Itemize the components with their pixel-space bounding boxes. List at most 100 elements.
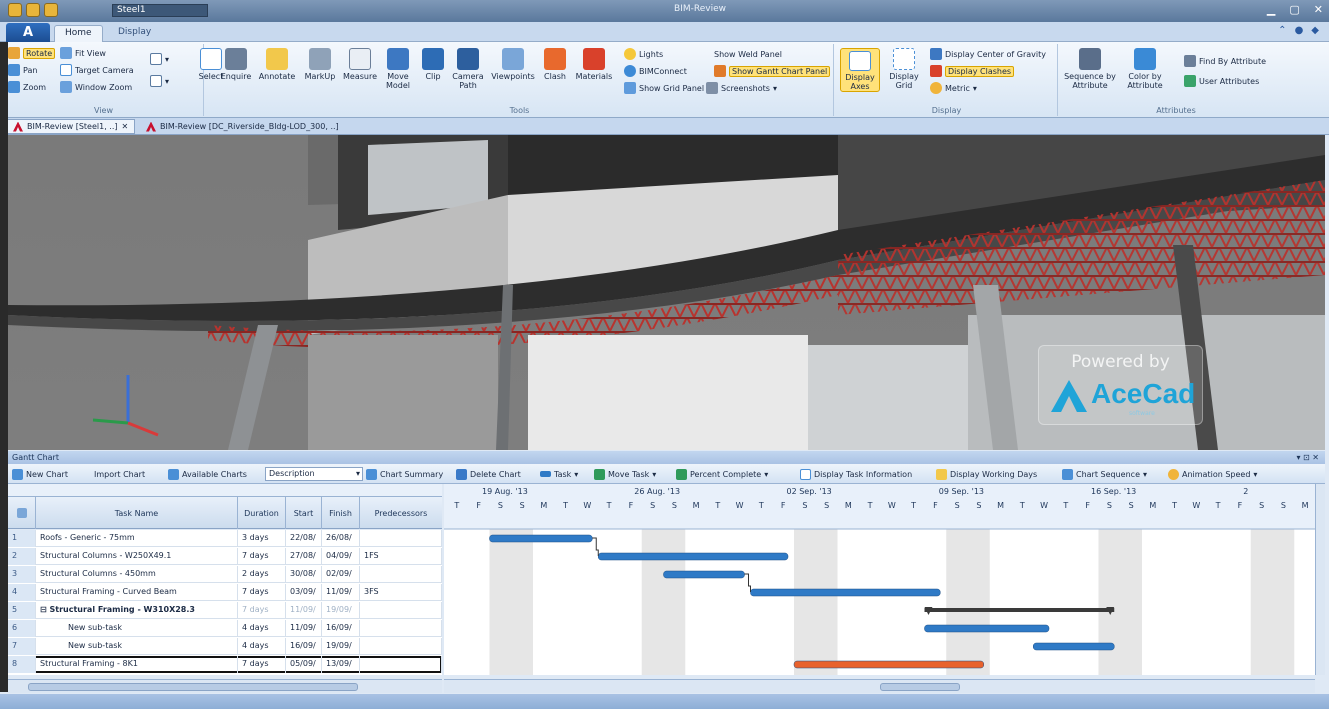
row-number[interactable]: 8 — [8, 656, 36, 673]
display-center-of-gravity-button[interactable]: Display Center of Gravity — [930, 47, 1046, 61]
predecessors-cell[interactable] — [360, 638, 442, 655]
close-tab-icon[interactable]: ✕ — [122, 122, 129, 131]
table-row[interactable]: 5 ⊟ Structural Framing - W310X28.3 7 days 1… — [8, 602, 442, 619]
new-icon[interactable] — [8, 3, 22, 17]
view-preset-button[interactable]: ▾ — [150, 74, 169, 88]
maximize-icon[interactable]: ▢ — [1289, 3, 1299, 16]
show-gantt-chart-panel-button[interactable]: Show Gantt Chart Panel — [714, 64, 831, 78]
user-attributes-button[interactable]: User Attributes — [1184, 74, 1259, 88]
target-camera-button[interactable]: Target Camera — [60, 63, 134, 77]
document-tab-riverside[interactable]: BIM-Review [DC_Riverside_Bldg-LOD_300, .… — [140, 119, 345, 134]
task-name-cell[interactable]: Roofs - Generic - 75mm — [36, 530, 238, 547]
display-working-days-button[interactable]: Display Working Days — [936, 467, 1037, 481]
collapse-ribbon-icon[interactable]: ⌃ — [1278, 25, 1286, 36]
screenshots-button[interactable]: Screenshots ▾ — [706, 81, 777, 95]
task-name-cell[interactable]: New sub-task — [36, 638, 238, 655]
task-name-cell[interactable]: Structural Framing - Curved Beam — [36, 584, 238, 601]
show-grid-panel-button[interactable]: Show Grid Panel — [624, 81, 704, 95]
fit-view-button[interactable]: Fit View — [60, 46, 106, 60]
duration-cell[interactable]: 7 days — [238, 548, 286, 565]
grid-horizontal-scrollbar[interactable] — [8, 679, 442, 693]
metric-button[interactable]: Metric ▾ — [930, 81, 977, 95]
column-header-duration[interactable]: Duration — [238, 497, 286, 529]
save-icon[interactable] — [44, 3, 58, 17]
sequence-by-attribute-button[interactable]: Sequence by Attribute — [1064, 48, 1116, 90]
minimize-icon[interactable]: ▁ — [1267, 3, 1275, 16]
table-row[interactable]: 6 New sub-task 4 days 11/09/16/09/ — [8, 620, 442, 637]
row-number[interactable]: 4 — [8, 584, 36, 601]
panel-close-icon[interactable]: ✕ — [1312, 453, 1319, 462]
move-task-button[interactable]: Move Task ▾ — [594, 467, 656, 481]
duration-cell[interactable]: 4 days — [238, 620, 286, 637]
pan-button[interactable]: Pan — [8, 63, 37, 77]
column-header-task-name[interactable]: Task Name — [36, 497, 238, 529]
bimconnect-button[interactable]: BIMConnect — [624, 64, 687, 78]
start-cell[interactable]: 11/09/ — [286, 620, 322, 637]
lights-button[interactable]: Lights — [624, 47, 663, 61]
gantt-vertical-scrollbar[interactable] — [1315, 484, 1325, 675]
view-cube-button[interactable]: ▾ — [150, 52, 169, 66]
start-cell[interactable]: 05/09/ — [286, 656, 322, 673]
table-row[interactable]: 2 Structural Columns - W250X49.1 7 days 27/… — [8, 548, 442, 565]
row-number[interactable]: 3 — [8, 566, 36, 583]
window-zoom-button[interactable]: Window Zoom — [60, 80, 132, 94]
task-button[interactable]: Task ▾ — [540, 467, 578, 481]
display-grid-button[interactable]: Display Grid — [884, 48, 924, 90]
row-number[interactable]: 5 — [8, 602, 36, 619]
table-row[interactable]: 8 Structural Framing - 8K1 7 days 05/09/13/… — [8, 656, 442, 673]
open-icon[interactable] — [26, 3, 40, 17]
start-cell[interactable]: 27/08/ — [286, 548, 322, 565]
row-number[interactable]: 7 — [8, 638, 36, 655]
grid-scroll-thumb[interactable] — [28, 683, 358, 691]
document-selector[interactable]: Steel1 — [112, 4, 208, 17]
table-row[interactable]: 3 Structural Columns - 450mm 2 days 30/08/0… — [8, 566, 442, 583]
predecessors-cell[interactable] — [360, 602, 442, 619]
application-menu-button[interactable]: A — [6, 23, 50, 43]
finish-cell[interactable]: 02/09/ — [322, 566, 360, 583]
pin-icon[interactable]: ⊡ — [1303, 453, 1310, 462]
row-selector-header[interactable] — [8, 497, 36, 529]
panel-menu-icon[interactable]: ▾ — [1296, 453, 1300, 462]
clip-button[interactable]: Clip — [418, 48, 448, 81]
task-name-cell[interactable]: Structural Columns - 450mm — [36, 566, 238, 583]
duration-cell[interactable]: 2 days — [238, 566, 286, 583]
help-icon[interactable]: ● — [1295, 25, 1304, 36]
display-axes-button[interactable]: Display Axes — [840, 48, 880, 92]
display-clashes-button[interactable]: Display Clashes — [930, 64, 1015, 78]
duration-cell[interactable]: 7 days — [238, 602, 286, 619]
start-cell[interactable]: 16/09/ — [286, 638, 322, 655]
duration-cell[interactable]: 7 days — [238, 584, 286, 601]
finish-cell[interactable]: 13/09/ — [322, 656, 360, 673]
show-weld-panel-button[interactable]: Show Weld Panel — [714, 47, 782, 61]
finish-cell[interactable]: 19/09/ — [322, 638, 360, 655]
task-name-cell[interactable]: Structural Columns - W250X49.1 — [36, 548, 238, 565]
display-task-information-button[interactable]: Display Task Information — [800, 467, 912, 481]
new-chart-button[interactable]: New Chart — [12, 467, 68, 481]
options-icon[interactable]: ◆ — [1311, 25, 1319, 36]
start-cell[interactable]: 11/09/ — [286, 602, 322, 619]
row-number[interactable]: 6 — [8, 620, 36, 637]
find-by-attribute-button[interactable]: Find By Attribute — [1184, 54, 1266, 68]
move-model-button[interactable]: Move Model — [380, 48, 416, 90]
duration-cell[interactable]: 4 days — [238, 638, 286, 655]
row-number[interactable]: 2 — [8, 548, 36, 565]
finish-cell[interactable]: 11/09/ — [322, 584, 360, 601]
chart-sequence-button[interactable]: Chart Sequence ▾ — [1062, 467, 1147, 481]
predecessors-cell[interactable]: 1FS — [360, 548, 442, 565]
close-icon[interactable]: ✕ — [1314, 3, 1323, 16]
task-name-cell[interactable]: New sub-task — [36, 620, 238, 637]
rotate-button[interactable]: Rotate — [8, 46, 56, 60]
measure-button[interactable]: Measure — [340, 48, 380, 81]
column-header-start[interactable]: Start — [286, 497, 322, 529]
timeline-scroll-thumb[interactable] — [880, 683, 960, 691]
gantt-timeline[interactable]: 19 Aug. '13 26 Aug. '13 02 Sep. '13 09 Sep.… — [444, 484, 1315, 675]
table-row[interactable]: 4 Structural Framing - Curved Beam 7 days 0… — [8, 584, 442, 601]
enquire-button[interactable]: Enquire — [216, 48, 256, 81]
column-header-finish[interactable]: Finish — [322, 497, 360, 529]
available-charts-select[interactable]: Description ▾ — [265, 467, 363, 481]
predecessors-cell[interactable] — [360, 530, 442, 547]
tab-home[interactable]: Home — [54, 25, 103, 42]
color-by-attribute-button[interactable]: Color by Attribute — [1122, 48, 1168, 90]
predecessors-cell[interactable] — [360, 566, 442, 583]
document-tab-steel1[interactable]: BIM-Review [Steel1, ..] ✕ — [6, 119, 136, 134]
